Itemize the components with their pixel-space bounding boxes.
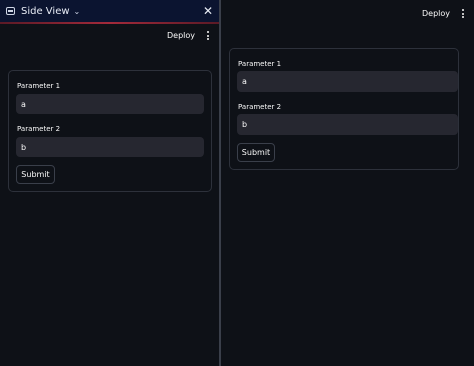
- parameter-form: Parameter 1 a Parameter 2 b Submit: [8, 70, 212, 192]
- right-toolbar: Deploy: [418, 7, 468, 20]
- left-toolbar: Deploy: [163, 29, 213, 42]
- side-view-header: Side View ⌄ ✕: [0, 0, 219, 22]
- parameter-2-label: Parameter 2: [17, 125, 61, 133]
- app-window: Side View ⌄ ✕ Deploy Parameter 1 a Param…: [0, 0, 474, 366]
- deploy-button[interactable]: Deploy: [163, 29, 199, 42]
- deploy-button[interactable]: Deploy: [418, 7, 454, 20]
- parameter-1-label: Parameter 1: [17, 82, 61, 90]
- side-view-icon: [6, 7, 15, 15]
- close-icon[interactable]: ✕: [203, 5, 213, 17]
- chevron-down-icon[interactable]: ⌄: [74, 7, 81, 16]
- side-view-accent-bar: [0, 22, 219, 24]
- parameter-2-input[interactable]: b: [237, 114, 458, 135]
- parameter-form: Parameter 1 a Parameter 2 b Submit: [229, 48, 459, 170]
- more-options-icon[interactable]: [203, 31, 213, 40]
- submit-button[interactable]: Submit: [16, 165, 55, 184]
- parameter-1-input[interactable]: a: [237, 71, 458, 92]
- parameter-1-input[interactable]: a: [16, 94, 204, 114]
- parameter-2-input[interactable]: b: [16, 137, 204, 157]
- parameter-1-label: Parameter 1: [238, 60, 282, 68]
- submit-button[interactable]: Submit: [237, 143, 275, 162]
- side-view-pane: Side View ⌄ ✕ Deploy Parameter 1 a Param…: [0, 0, 219, 366]
- parameter-2-label: Parameter 2: [238, 103, 282, 111]
- main-pane: Deploy Parameter 1 a Parameter 2 b Submi…: [221, 0, 474, 366]
- side-view-title[interactable]: Side View: [21, 6, 70, 17]
- more-options-icon[interactable]: [458, 9, 468, 18]
